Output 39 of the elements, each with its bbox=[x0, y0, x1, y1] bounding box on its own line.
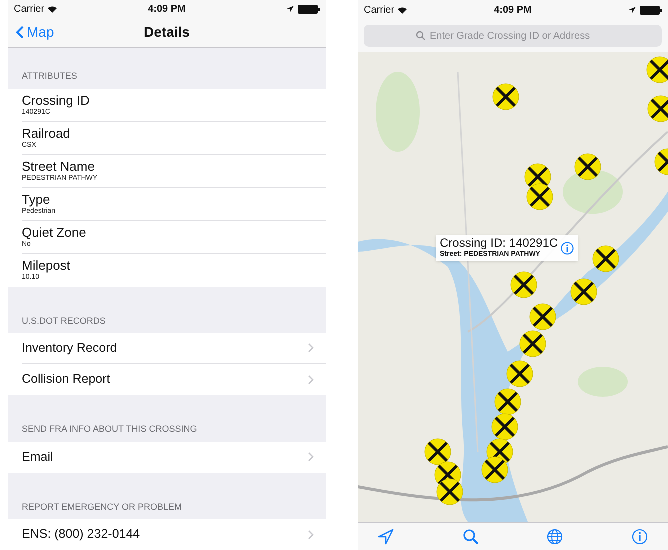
field-label: Type bbox=[22, 192, 52, 206]
section-header: ATTRIBUTES bbox=[21, 70, 78, 83]
section-header: U.S.DOT RECORDS bbox=[21, 314, 107, 328]
field-label: Crossing ID bbox=[22, 92, 91, 108]
field-label: Railroad bbox=[22, 126, 72, 140]
info-icon[interactable] bbox=[632, 528, 648, 544]
wifi-icon bbox=[48, 6, 57, 13]
link-row[interactable]: Email bbox=[22, 448, 54, 466]
search-icon[interactable] bbox=[462, 528, 479, 544]
carrier-label: Carrier bbox=[14, 2, 45, 17]
search-icon bbox=[416, 31, 426, 41]
screen-title: Details bbox=[144, 23, 190, 42]
location-arrow-icon bbox=[286, 6, 294, 13]
chevron-right-icon bbox=[308, 343, 314, 353]
location-arrow-icon[interactable] bbox=[378, 528, 394, 544]
wifi-icon bbox=[398, 6, 407, 14]
info-icon[interactable] bbox=[561, 242, 574, 254]
status-time: 4:09 PM bbox=[494, 4, 532, 18]
chevron-right-icon bbox=[308, 530, 314, 540]
chevron-right-icon bbox=[308, 452, 314, 462]
link-row[interactable]: ENS: (800) 232-0144 bbox=[22, 525, 140, 544]
field-label: Street Name bbox=[22, 158, 96, 174]
section-header: SEND FRA INFO ABOUT THIS CROSSING bbox=[21, 423, 198, 436]
chevron-right-icon bbox=[308, 374, 314, 384]
location-arrow-icon bbox=[628, 6, 636, 14]
field-label: Quiet Zone bbox=[22, 224, 88, 240]
status-time: 4:09 PM bbox=[148, 2, 186, 17]
field-label: Milepost bbox=[22, 258, 72, 273]
battery-icon bbox=[640, 6, 662, 14]
link-row[interactable]: Collision Report bbox=[22, 370, 110, 389]
globe-icon[interactable] bbox=[547, 528, 564, 544]
callout-title: Crossing ID: 140291C bbox=[440, 237, 558, 250]
chevron-left-icon bbox=[16, 26, 24, 40]
carrier-label: Carrier bbox=[364, 4, 395, 18]
back-button[interactable]: Map bbox=[16, 22, 54, 44]
section-header: REPORT EMERGENCY OR PROBLEM bbox=[21, 500, 184, 514]
battery-icon bbox=[298, 4, 320, 14]
link-row[interactable]: Inventory Record bbox=[22, 338, 118, 358]
search-field[interactable]: Enter Grade Crossing ID or Address bbox=[364, 25, 662, 47]
